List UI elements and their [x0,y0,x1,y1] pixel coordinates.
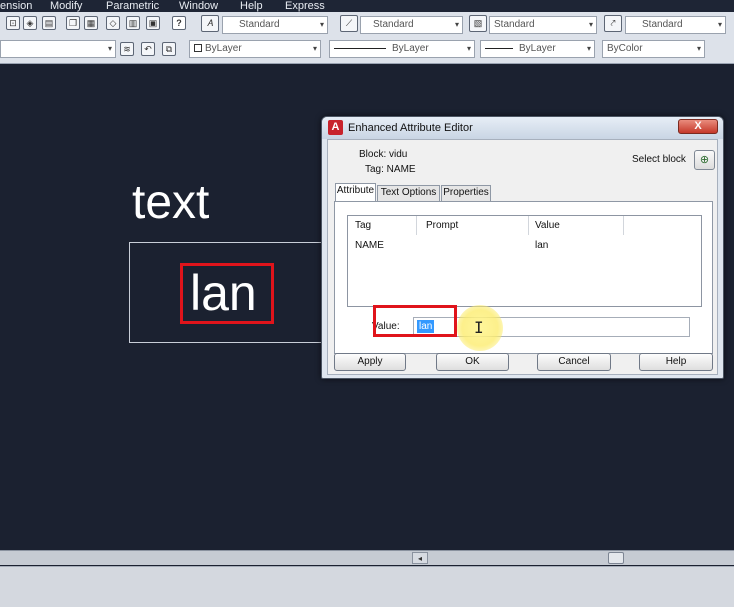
help-button[interactable]: Help [639,353,713,371]
color-combo[interactable]: ByLayer ▾ [189,40,321,58]
dialog-body: Block: vidu Tag: NAME Select block ⊕ Att… [327,139,718,375]
lineweight-value: ByLayer [519,43,556,54]
layer-previous-icon[interactable]: ↶ [141,42,155,56]
column-header-prompt[interactable]: Prompt [426,220,458,231]
tab-attribute[interactable]: Attribute [335,183,376,202]
dimension-edit-icon[interactable]: ⊡ [6,16,20,30]
table-style-combo[interactable]: Standard ▾ [489,16,597,34]
help-icon[interactable]: ? [172,16,186,30]
linetype-preview [334,47,386,49]
chevron-down-icon: ▾ [466,44,471,53]
value-highlight-box [373,305,457,337]
color-value: ByLayer [205,43,242,54]
select-block-button[interactable]: ⊕ [694,150,715,170]
text-cursor-icon: I [474,318,484,337]
block-name-label: Block: vidu [359,149,408,160]
dim-style-icon[interactable]: ⟋ [340,15,358,32]
dim-style-combo[interactable]: Standard ▾ [360,16,463,34]
multileader-style-value: Standard [642,19,683,30]
layer-combo[interactable]: ▾ [0,40,116,58]
multileader-style-combo[interactable]: Standard ▾ [625,16,726,34]
dialog-title: Enhanced Attribute Editor [348,122,473,134]
drawing-text[interactable]: text [132,176,209,230]
column-divider [416,216,417,235]
apply-button[interactable]: Apply [334,353,406,371]
toolbars: ⊡ ◈ ▤ ❐ ▦ ◇ ▥ ▣ ? 𝐴 Standard ▾ ⟋ Standar… [0,12,734,64]
autocad-app-icon: A [328,120,343,135]
row-tag: NAME [355,240,384,251]
calculator-icon[interactable]: ▣ [146,16,160,30]
lineweight-combo[interactable]: ByLayer ▾ [480,40,595,58]
enhanced-attribute-editor-dialog: A Enhanced Attribute Editor X Block: vid… [321,116,724,379]
linetype-combo[interactable]: ByLayer ▾ [329,40,475,58]
chevron-down-icon: ▾ [319,20,324,29]
chevron-down-icon: ▾ [312,44,317,53]
chevron-down-icon: ▾ [107,44,112,53]
chevron-down-icon: ▾ [586,44,591,53]
plot-style-value: ByColor [607,43,643,54]
attribute-list[interactable]: Tag Prompt Value NAME lan [347,215,702,307]
color-swatch [194,44,202,53]
menu-parametric[interactable]: Parametric [106,0,159,12]
menu-dimension[interactable]: ension [0,0,32,12]
menu-modify[interactable]: Modify [50,0,82,12]
plot-style-combo[interactable]: ByColor ▾ [602,40,705,58]
dim-style-value: Standard [373,19,414,30]
lineweight-preview [485,47,513,49]
text-style-combo[interactable]: Standard ▾ [222,16,328,34]
attribute-highlight-box [180,263,274,324]
ok-button[interactable]: OK [436,353,509,371]
multileader-style-icon[interactable]: ⤤ [604,15,622,32]
layer-icon[interactable]: ◇ [106,16,120,30]
copy-icon[interactable]: ❐ [66,16,80,30]
status-bar [0,566,734,607]
dialog-title-bar[interactable]: A Enhanced Attribute Editor X [322,117,723,139]
horizontal-scrollbar[interactable]: ◂ [0,550,734,565]
column-divider [528,216,529,235]
linetype-value: ByLayer [392,43,429,54]
column-divider [623,216,624,235]
text-style-icon[interactable]: 𝐴 [201,15,219,32]
cancel-button[interactable]: Cancel [537,353,611,371]
menu-bar: ension Modify Parametric Window Help Exp… [0,0,734,12]
scroll-left-icon[interactable]: ◂ [412,552,428,564]
text-style-value: Standard [239,19,280,30]
scrollbar-thumb[interactable] [608,552,624,564]
dimension-text-icon[interactable]: ◈ [23,16,37,30]
tab-text-options[interactable]: Text Options [377,185,440,201]
select-block-label: Select block [632,154,686,165]
chevron-down-icon: ▾ [588,20,593,29]
row-value: lan [535,240,549,251]
chevron-down-icon: ▾ [717,20,722,29]
sheet-icon[interactable]: ▤ [42,16,56,30]
chevron-down-icon: ▾ [454,20,459,29]
tag-name-label: Tag: NAME [365,164,416,175]
menu-help[interactable]: Help [240,0,263,12]
table-style-icon[interactable]: ▧ [469,15,487,32]
table-icon[interactable]: ▥ [126,16,140,30]
layer-match-icon[interactable]: ⧉ [162,42,176,56]
menu-express[interactable]: Express [285,0,325,12]
chevron-down-icon: ▾ [696,44,701,53]
document-icon[interactable]: ▦ [84,16,98,30]
column-header-value[interactable]: Value [535,220,560,231]
table-style-value: Standard [494,19,535,30]
menu-window[interactable]: Window [179,0,218,12]
layer-states-icon[interactable]: ≋ [120,42,134,56]
column-header-tag[interactable]: Tag [355,220,371,231]
close-button[interactable]: X [678,119,718,134]
tab-properties[interactable]: Properties [441,185,491,201]
